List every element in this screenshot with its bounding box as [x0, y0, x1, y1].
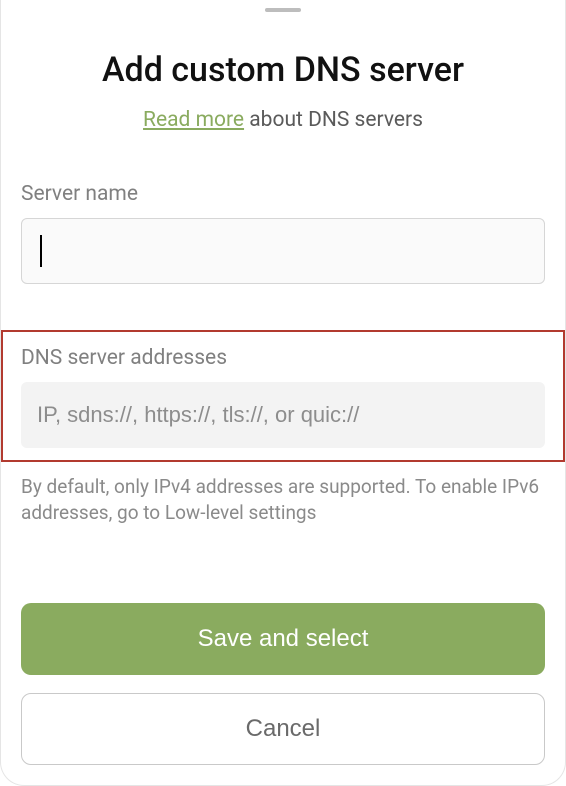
save-and-select-button[interactable]: Save and select	[21, 603, 545, 675]
server-name-input[interactable]	[21, 218, 545, 284]
cancel-button-label: Cancel	[246, 715, 321, 743]
text-caret-icon	[40, 235, 42, 267]
helper-text: By default, only IPv4 addresses are supp…	[21, 474, 545, 525]
page-title: Add custom DNS server	[21, 50, 545, 90]
button-row: Save and select Cancel	[21, 603, 545, 785]
sheet-grabber[interactable]	[265, 8, 301, 12]
read-more-link[interactable]: Read more	[143, 108, 244, 132]
server-name-label: Server name	[21, 182, 545, 206]
subtitle-rest: about DNS servers	[244, 108, 423, 132]
dns-addresses-highlight: DNS server addresses	[1, 330, 565, 462]
cancel-button[interactable]: Cancel	[21, 693, 545, 765]
dns-addresses-label: DNS server addresses	[21, 346, 545, 370]
save-button-label: Save and select	[198, 625, 369, 653]
subtitle: Read more about DNS servers	[21, 108, 545, 132]
server-name-field: Server name	[21, 132, 545, 284]
dns-addresses-input[interactable]	[21, 382, 545, 448]
sheet-grabber-wrap	[21, 0, 545, 36]
add-dns-sheet: Add custom DNS server Read more about DN…	[0, 0, 566, 786]
